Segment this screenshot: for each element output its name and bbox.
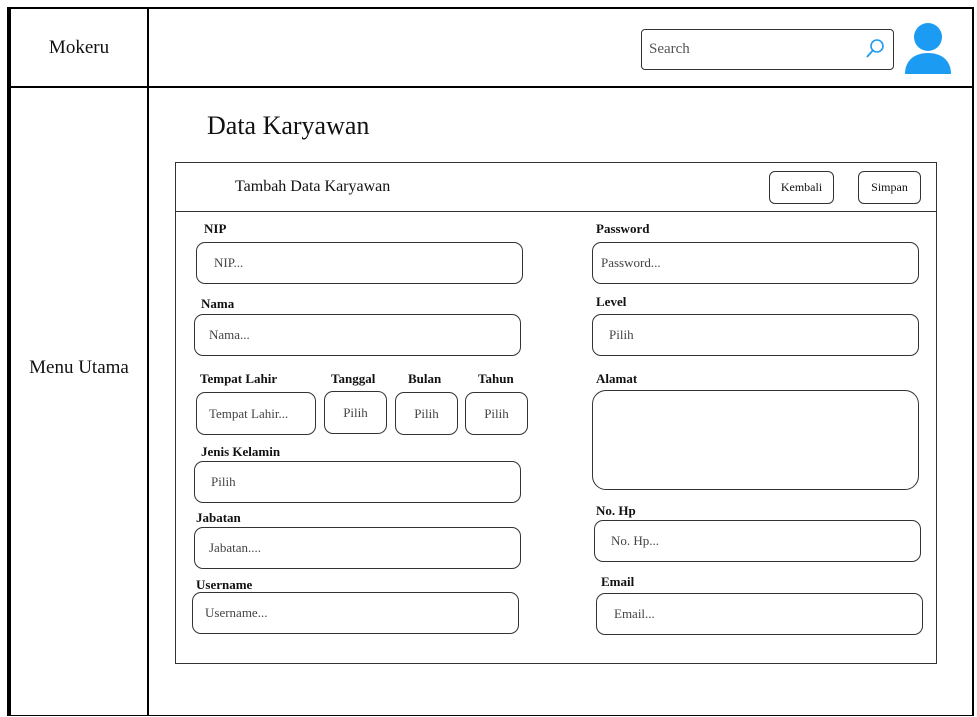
password-placeholder: Password... (601, 255, 661, 270)
jabatan-placeholder: Jabatan.... (209, 540, 261, 555)
email-placeholder: Email... (614, 606, 655, 621)
tempat-lahir-placeholder: Tempat Lahir... (209, 405, 289, 421)
level-label: Level (596, 294, 627, 309)
header-divider (9, 86, 973, 88)
tahun-label: Tahun (478, 371, 514, 386)
username-placeholder: Username... (205, 605, 268, 620)
jenis-kelamin-value: Pilih (211, 474, 236, 489)
form-panel-title: Tambah Data Karyawan (235, 178, 391, 195)
page-title: Data Karyawan (207, 111, 370, 140)
tahun-value: Pilih (484, 405, 509, 421)
search-placeholder: Search (649, 41, 690, 57)
jenis-kelamin-select[interactable] (194, 461, 521, 503)
level-select[interactable] (592, 314, 919, 356)
user-avatar-icon[interactable] (903, 22, 953, 74)
tempat-lahir-label: Tempat Lahir (200, 371, 278, 386)
back-button[interactable]: Kembali (769, 171, 834, 204)
jabatan-label: Jabatan (196, 510, 241, 525)
no-hp-label: No. Hp (596, 503, 636, 518)
jenis-kelamin-label: Jenis Kelamin (201, 444, 281, 459)
tanggal-value: Pilih (343, 404, 368, 420)
save-button[interactable]: Simpan (858, 171, 921, 204)
username-label: Username (196, 577, 253, 592)
sidebar-menu-utama[interactable]: Menu Utama (11, 88, 147, 648)
nip-label: NIP (204, 221, 227, 236)
alamat-label: Alamat (596, 371, 638, 386)
password-label: Password (596, 221, 650, 236)
app-brand[interactable]: Mokeru (11, 9, 147, 86)
bulan-value: Pilih (414, 405, 439, 421)
email-label: Email (601, 574, 635, 589)
tanggal-label: Tanggal (331, 371, 376, 386)
sidebar-divider (147, 9, 149, 715)
nama-label: Nama (201, 296, 235, 311)
search-icon[interactable] (864, 38, 886, 60)
bulan-label: Bulan (408, 371, 442, 386)
nip-field[interactable] (196, 242, 523, 284)
no-hp-placeholder: No. Hp... (611, 533, 660, 548)
level-value: Pilih (609, 327, 634, 342)
nama-placeholder: Nama... (209, 327, 250, 342)
nip-placeholder: NIP... (214, 255, 244, 270)
alamat-textarea[interactable] (592, 390, 919, 490)
